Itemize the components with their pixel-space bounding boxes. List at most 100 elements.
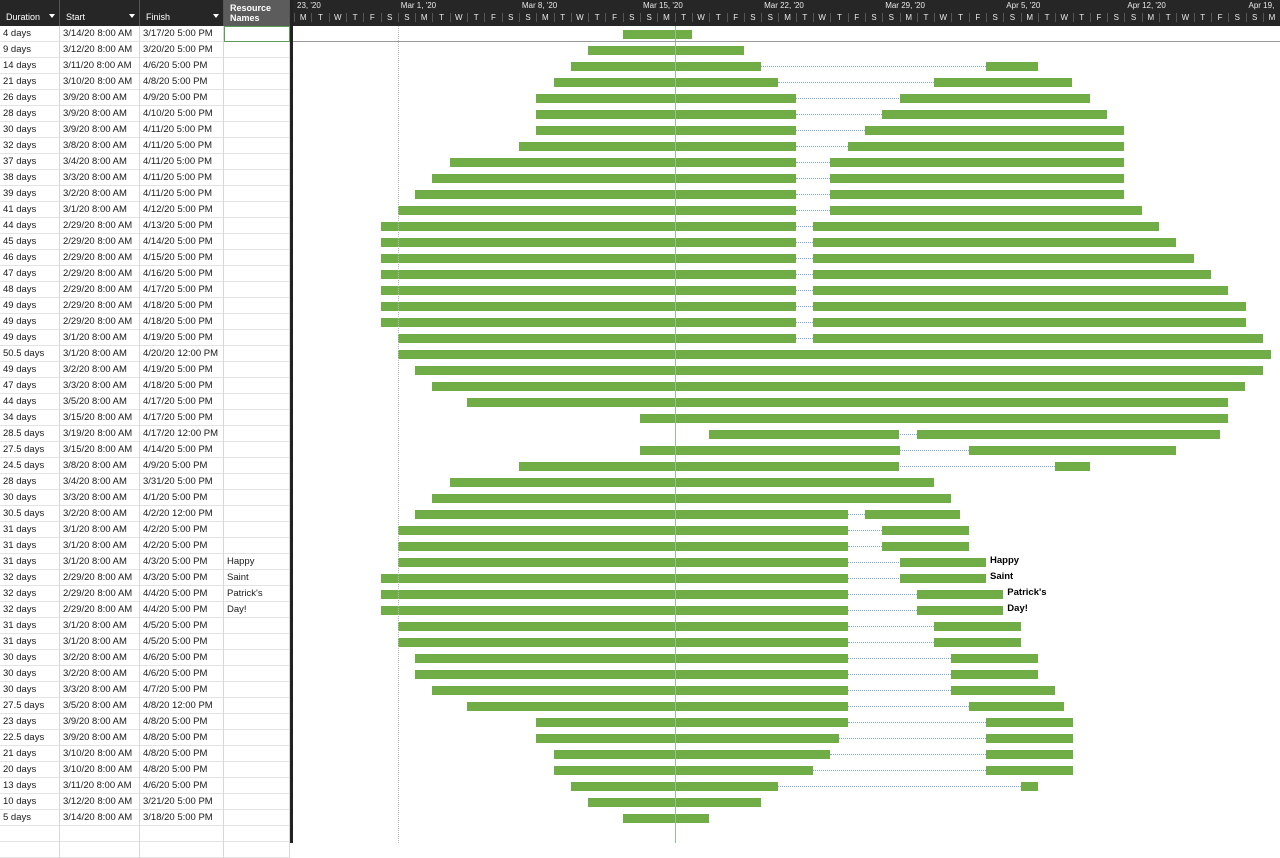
duration-cell[interactable]: 32 days [0, 586, 60, 602]
finish-cell[interactable]: 4/18/20 5:00 PM [140, 298, 224, 314]
finish-cell[interactable]: 4/17/20 5:00 PM [140, 394, 224, 410]
duration-cell[interactable]: 38 days [0, 170, 60, 186]
start-cell[interactable]: 2/29/20 8:00 AM [60, 266, 140, 282]
resource-names-cell[interactable] [224, 282, 290, 298]
task-bar-segment[interactable] [882, 110, 1108, 119]
task-bar-segment[interactable] [518, 142, 796, 151]
task-bar-segment[interactable] [536, 718, 848, 727]
resource-names-cell[interactable] [224, 490, 290, 506]
duration-cell[interactable]: 45 days [0, 234, 60, 250]
resource-names-cell[interactable] [224, 730, 290, 746]
start-cell[interactable]: 2/29/20 8:00 AM [60, 234, 140, 250]
start-cell[interactable]: 2/29/20 8:00 AM [60, 314, 140, 330]
resource-names-cell[interactable] [224, 746, 290, 762]
task-bar-segment[interactable] [813, 270, 1211, 279]
resource-names-cell[interactable] [224, 122, 290, 138]
resource-names-cell[interactable] [224, 42, 290, 58]
duration-cell[interactable]: 30 days [0, 666, 60, 682]
task-bar-segment[interactable] [813, 222, 1159, 231]
task-bar-segment[interactable] [536, 126, 796, 135]
duration-cell[interactable]: 21 days [0, 74, 60, 90]
resource-names-cell[interactable] [224, 266, 290, 282]
start-cell[interactable]: 3/15/20 8:00 AM [60, 442, 140, 458]
start-cell[interactable]: 3/3/20 8:00 AM [60, 682, 140, 698]
task-row[interactable]: 47 days 2/29/20 8:00 AM 4/16/20 5:00 PM [0, 266, 290, 282]
task-row[interactable]: 49 days 2/29/20 8:00 AM 4/18/20 5:00 PM [0, 314, 290, 330]
finish-cell[interactable]: 4/11/20 5:00 PM [140, 186, 224, 202]
start-cell[interactable]: 3/1/20 8:00 AM [60, 554, 140, 570]
task-row[interactable]: 31 days 3/1/20 8:00 AM 4/3/20 5:00 PM Happy [0, 554, 290, 570]
duration-cell[interactable]: 30 days [0, 122, 60, 138]
start-cell[interactable]: 3/1/20 8:00 AM [60, 522, 140, 538]
task-row[interactable]: 39 days 3/2/20 8:00 AM 4/11/20 5:00 PM [0, 186, 290, 202]
finish-cell[interactable]: 4/6/20 5:00 PM [140, 666, 224, 682]
start-cell[interactable]: 3/2/20 8:00 AM [60, 666, 140, 682]
task-bar-segment[interactable] [934, 78, 1073, 87]
start-cell[interactable]: 3/1/20 8:00 AM [60, 346, 140, 362]
task-row[interactable]: 30.5 days 3/2/20 8:00 AM 4/2/20 12:00 PM [0, 506, 290, 522]
task-row[interactable]: 44 days 3/5/20 8:00 AM 4/17/20 5:00 PM [0, 394, 290, 410]
task-row[interactable]: 49 days 3/2/20 8:00 AM 4/19/20 5:00 PM [0, 362, 290, 378]
task-bar-segment[interactable] [397, 334, 796, 343]
task-bar-segment[interactable] [986, 62, 1038, 71]
resource-names-cell[interactable] [224, 154, 290, 170]
resource-names-cell[interactable] [224, 474, 290, 490]
duration-cell[interactable]: 44 days [0, 394, 60, 410]
duration-cell[interactable]: 32 days [0, 138, 60, 154]
resource-names-cell[interactable] [224, 762, 290, 778]
duration-cell[interactable]: 31 days [0, 538, 60, 554]
start-cell[interactable]: 3/9/20 8:00 AM [60, 90, 140, 106]
finish-cell[interactable]: 4/6/20 5:00 PM [140, 650, 224, 666]
task-bar-segment[interactable] [968, 446, 1177, 455]
task-bar-segment[interactable] [397, 638, 848, 647]
start-column-header[interactable]: Start [60, 0, 140, 26]
duration-cell[interactable]: 10 days [0, 794, 60, 810]
task-bar-segment[interactable] [415, 670, 848, 679]
task-bar-segment[interactable] [536, 94, 796, 103]
resource-names-cell[interactable] [224, 538, 290, 554]
empty-cell[interactable] [140, 842, 224, 858]
task-bar-segment[interactable] [467, 702, 848, 711]
task-bar-segment[interactable] [813, 302, 1246, 311]
start-cell[interactable]: 3/3/20 8:00 AM [60, 378, 140, 394]
task-bar-segment[interactable] [916, 430, 1220, 439]
task-row[interactable]: 13 days 3/11/20 8:00 AM 4/6/20 5:00 PM [0, 778, 290, 794]
task-row[interactable]: 22.5 days 3/9/20 8:00 AM 4/8/20 5:00 PM [0, 730, 290, 746]
duration-cell[interactable]: 37 days [0, 154, 60, 170]
finish-cell[interactable]: 4/6/20 5:00 PM [140, 778, 224, 794]
task-bar-segment[interactable] [622, 30, 692, 39]
start-filter-icon[interactable] [129, 14, 135, 18]
finish-cell[interactable]: 4/19/20 5:00 PM [140, 330, 224, 346]
duration-cell[interactable]: 46 days [0, 250, 60, 266]
finish-cell[interactable]: 4/8/20 5:00 PM [140, 762, 224, 778]
resource-names-cell[interactable] [224, 410, 290, 426]
finish-cell[interactable]: 3/21/20 5:00 PM [140, 794, 224, 810]
task-bar-segment[interactable] [951, 670, 1038, 679]
task-row[interactable]: 32 days 2/29/20 8:00 AM 4/4/20 5:00 PM Day! [0, 602, 290, 618]
empty-cell[interactable] [140, 826, 224, 842]
finish-cell[interactable]: 4/4/20 5:00 PM [140, 602, 224, 618]
duration-cell[interactable]: 32 days [0, 570, 60, 586]
empty-cell[interactable] [224, 842, 290, 858]
finish-cell[interactable]: 4/17/20 5:00 PM [140, 410, 224, 426]
finish-cell[interactable]: 4/9/20 5:00 PM [140, 458, 224, 474]
resource-names-cell[interactable] [224, 426, 290, 442]
finish-cell[interactable]: 4/2/20 5:00 PM [140, 522, 224, 538]
resource-names-cell[interactable] [224, 170, 290, 186]
task-bar-segment[interactable] [380, 286, 796, 295]
start-cell[interactable]: 3/5/20 8:00 AM [60, 394, 140, 410]
finish-cell[interactable]: 4/8/20 5:00 PM [140, 714, 224, 730]
resource-names-cell[interactable]: Happy [224, 554, 290, 570]
start-cell[interactable]: 3/1/20 8:00 AM [60, 538, 140, 554]
resource-names-cell[interactable] [224, 458, 290, 474]
duration-cell[interactable]: 47 days [0, 266, 60, 282]
resource-names-cell[interactable] [224, 330, 290, 346]
task-row[interactable]: 49 days 3/1/20 8:00 AM 4/19/20 5:00 PM [0, 330, 290, 346]
task-bar-segment[interactable] [986, 734, 1073, 743]
duration-filter-icon[interactable] [49, 14, 55, 18]
empty-cell[interactable] [60, 826, 140, 842]
resource-names-cell[interactable] [224, 794, 290, 810]
task-bar-segment[interactable] [1055, 462, 1090, 471]
duration-column-header[interactable]: Duration [0, 0, 60, 26]
task-row[interactable]: 37 days 3/4/20 8:00 AM 4/11/20 5:00 PM [0, 154, 290, 170]
